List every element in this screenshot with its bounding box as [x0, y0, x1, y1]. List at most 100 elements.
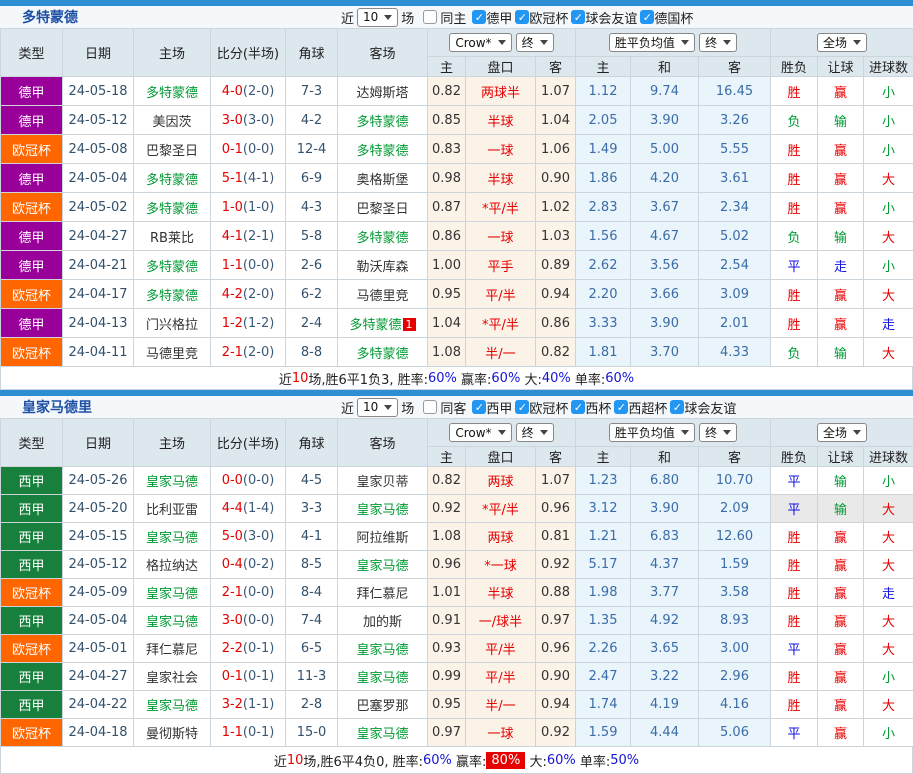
checkbox-checked-icon[interactable]: [472, 400, 486, 414]
mean-source-select[interactable]: 胜平负均值: [609, 33, 695, 52]
match-type-badge[interactable]: 欧冠杯: [1, 135, 63, 164]
home-team-link[interactable]: RB莱比: [150, 231, 194, 246]
match-type-badge[interactable]: 西甲: [1, 467, 63, 495]
away-team-link[interactable]: 达姆斯塔: [356, 86, 408, 101]
checkbox-checked-icon[interactable]: [571, 10, 585, 24]
match-count-select[interactable]: 10: [357, 398, 398, 417]
scope-select[interactable]: 全场: [817, 33, 867, 52]
match-type-badge[interactable]: 欧冠杯: [1, 635, 63, 663]
result-goals: 小: [864, 467, 913, 495]
odds-stage-select[interactable]: 终: [516, 423, 554, 442]
home-team-link[interactable]: 巴黎圣日: [146, 144, 198, 159]
home-team-link[interactable]: 曼彻斯特: [146, 727, 198, 742]
match-type-badge[interactable]: 西甲: [1, 495, 63, 523]
home-team-link[interactable]: 皇家社会: [146, 671, 198, 686]
away-team-link[interactable]: 勒沃库森: [356, 260, 408, 275]
league-filter[interactable]: 西超杯: [614, 398, 667, 417]
mean-stage-select[interactable]: 终: [699, 33, 737, 52]
home-team-link[interactable]: 多特蒙德: [146, 86, 198, 101]
match-type-badge[interactable]: 欧冠杯: [1, 719, 63, 747]
match-type-badge[interactable]: 德甲: [1, 251, 63, 280]
score-cell: 2-1(2-0): [211, 338, 286, 367]
match-type-badge[interactable]: 欧冠杯: [1, 193, 63, 222]
checkbox-checked-icon[interactable]: [472, 10, 486, 24]
home-team-link[interactable]: 格拉纳达: [146, 559, 198, 574]
checkbox-checked-icon[interactable]: [515, 10, 529, 24]
checkbox-checked-icon[interactable]: [571, 400, 585, 414]
unit-label: 场: [401, 8, 414, 27]
same-venue-checkbox[interactable]: [423, 10, 437, 24]
home-team-link[interactable]: 多特蒙德: [146, 202, 198, 217]
away-team-link[interactable]: 皇家马德: [356, 643, 408, 658]
match-type-badge[interactable]: 欧冠杯: [1, 280, 63, 309]
home-team-link[interactable]: 马德里竞: [146, 347, 198, 362]
away-team-link[interactable]: 皇家马德: [356, 559, 408, 574]
odds-source-select[interactable]: Crow*: [449, 423, 511, 442]
checkbox-checked-icon[interactable]: [670, 400, 684, 414]
league-filter[interactable]: 球会友谊: [670, 398, 736, 417]
away-team-link[interactable]: 奥格斯堡: [356, 173, 408, 188]
home-team-link[interactable]: 多特蒙德: [146, 289, 198, 304]
away-team-link[interactable]: 皇家马德: [356, 727, 408, 742]
away-team-link[interactable]: 皇家马德: [356, 503, 408, 518]
home-cell: 美因茨: [134, 106, 211, 135]
odds-source-select[interactable]: Crow*: [449, 33, 511, 52]
league-filter[interactable]: 西杯: [571, 398, 611, 417]
away-team-link[interactable]: 阿拉维斯: [356, 531, 408, 546]
odds-stage-select[interactable]: 终: [516, 33, 554, 52]
league-filter[interactable]: 德甲: [472, 8, 512, 27]
league-filter[interactable]: 球会友谊: [571, 8, 637, 27]
home-team-link[interactable]: 多特蒙德: [146, 260, 198, 275]
home-team-link[interactable]: 皇家马德: [146, 699, 198, 714]
away-team-link[interactable]: 皇家贝蒂: [356, 475, 408, 490]
away-team-link[interactable]: 多特蒙德: [356, 144, 408, 159]
match-type-badge[interactable]: 西甲: [1, 663, 63, 691]
away-team-link[interactable]: 多特蒙德: [356, 115, 408, 130]
away-cell: 阿拉维斯: [338, 523, 428, 551]
home-team-link[interactable]: 皇家马德: [146, 475, 198, 490]
match-type-badge[interactable]: 西甲: [1, 551, 63, 579]
handicap-value: 半/一: [466, 691, 536, 719]
league-filter[interactable]: 西甲: [472, 398, 512, 417]
away-team-link[interactable]: 加的斯: [363, 615, 402, 630]
match-count-select[interactable]: 10: [357, 8, 398, 27]
match-type-badge[interactable]: 西甲: [1, 607, 63, 635]
league-filter[interactable]: 欧冠杯: [515, 398, 568, 417]
match-type-badge[interactable]: 德甲: [1, 106, 63, 135]
away-team-link[interactable]: 多特蒙德: [349, 318, 401, 333]
league-filter[interactable]: 欧冠杯: [515, 8, 568, 27]
home-team-link[interactable]: 皇家马德: [146, 587, 198, 602]
league-filter[interactable]: 德国杯: [640, 8, 693, 27]
away-team-link[interactable]: 巴黎圣日: [356, 202, 408, 217]
home-team-link[interactable]: 门兴格拉: [146, 318, 198, 333]
same-venue-checkbox[interactable]: [423, 400, 437, 414]
home-team-link[interactable]: 拜仁慕尼: [146, 643, 198, 658]
mean-stage-select[interactable]: 终: [699, 423, 737, 442]
home-team-link[interactable]: 皇家马德: [146, 531, 198, 546]
home-team-link[interactable]: 美因茨: [152, 115, 191, 130]
away-team-link[interactable]: 拜仁慕尼: [356, 587, 408, 602]
checkbox-checked-icon[interactable]: [614, 400, 628, 414]
away-team-link[interactable]: 多特蒙德: [356, 231, 408, 246]
away-team-link[interactable]: 马德里竞: [356, 289, 408, 304]
home-team-link[interactable]: 皇家马德: [146, 615, 198, 630]
match-type-badge[interactable]: 德甲: [1, 77, 63, 106]
away-team-link[interactable]: 巴塞罗那: [356, 699, 408, 714]
home-team-link[interactable]: 比利亚雷: [146, 503, 198, 518]
checkbox-checked-icon[interactable]: [515, 400, 529, 414]
home-team-link[interactable]: 多特蒙德: [146, 173, 198, 188]
mean-source-select[interactable]: 胜平负均值: [609, 423, 695, 442]
match-type-badge[interactable]: 欧冠杯: [1, 338, 63, 367]
odds-away-value: 0.88: [536, 579, 576, 607]
away-team-link[interactable]: 皇家马德: [356, 671, 408, 686]
match-type-badge[interactable]: 德甲: [1, 222, 63, 251]
match-type-badge[interactable]: 德甲: [1, 309, 63, 338]
match-type-badge[interactable]: 西甲: [1, 523, 63, 551]
match-date: 24-04-17: [63, 280, 134, 309]
checkbox-checked-icon[interactable]: [640, 10, 654, 24]
scope-select[interactable]: 全场: [817, 423, 867, 442]
match-type-badge[interactable]: 欧冠杯: [1, 579, 63, 607]
away-team-link[interactable]: 多特蒙德: [356, 347, 408, 362]
match-type-badge[interactable]: 西甲: [1, 691, 63, 719]
match-type-badge[interactable]: 德甲: [1, 164, 63, 193]
